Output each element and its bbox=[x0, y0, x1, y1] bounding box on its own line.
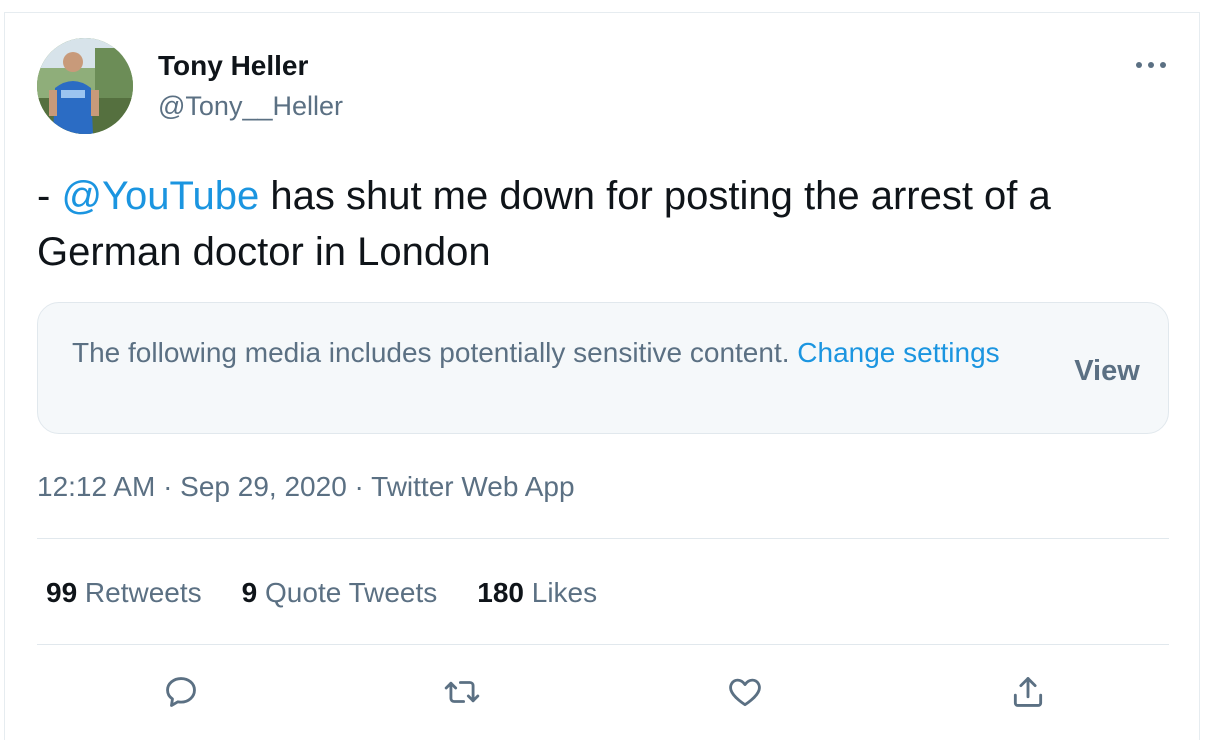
likes-count: 180 bbox=[477, 577, 524, 608]
tweet-stats: 99 Retweets 9 Quote Tweets 180 Likes bbox=[46, 576, 637, 610]
likes-stat[interactable]: 180 Likes bbox=[477, 576, 597, 610]
avatar[interactable] bbox=[37, 38, 133, 134]
quote-tweets-stat[interactable]: 9 Quote Tweets bbox=[242, 576, 438, 610]
sensitive-notice-text: The following media includes potentially… bbox=[72, 333, 1012, 373]
likes-label: Likes bbox=[523, 577, 598, 608]
divider bbox=[37, 538, 1169, 539]
sensitive-media-notice: The following media includes potentially… bbox=[37, 302, 1169, 434]
retweet-icon[interactable] bbox=[440, 670, 484, 714]
user-name[interactable]: Tony Heller bbox=[158, 50, 308, 82]
quote-tweets-label: Quote Tweets bbox=[257, 577, 438, 608]
quote-tweets-count: 9 bbox=[241, 577, 258, 608]
action-bar bbox=[0, 670, 1208, 720]
divider bbox=[37, 644, 1169, 645]
avatar-photo bbox=[37, 38, 133, 134]
change-settings-link[interactable]: Change settings bbox=[797, 337, 999, 368]
more-dots-icon[interactable] bbox=[1131, 52, 1171, 78]
retweets-stat[interactable]: 99 Retweets bbox=[46, 576, 202, 610]
sensitive-notice-message: The following media includes potentially… bbox=[72, 337, 798, 368]
view-button[interactable]: View bbox=[1052, 351, 1162, 391]
reply-icon[interactable] bbox=[159, 670, 203, 714]
share-icon[interactable] bbox=[1006, 670, 1050, 714]
heart-icon[interactable] bbox=[723, 670, 767, 714]
tweet-text: - @YouTube has shut me down for posting … bbox=[37, 168, 1177, 280]
retweets-count: 99 bbox=[46, 577, 78, 608]
retweets-label: Retweets bbox=[77, 577, 202, 608]
mention-link[interactable]: @YouTube bbox=[61, 174, 259, 218]
tweet-meta[interactable]: 12:12 AM · Sep 29, 2020 · Twitter Web Ap… bbox=[37, 470, 575, 504]
tweet-prefix: - bbox=[37, 174, 62, 218]
user-handle[interactable]: @Tony__Heller bbox=[158, 90, 343, 122]
